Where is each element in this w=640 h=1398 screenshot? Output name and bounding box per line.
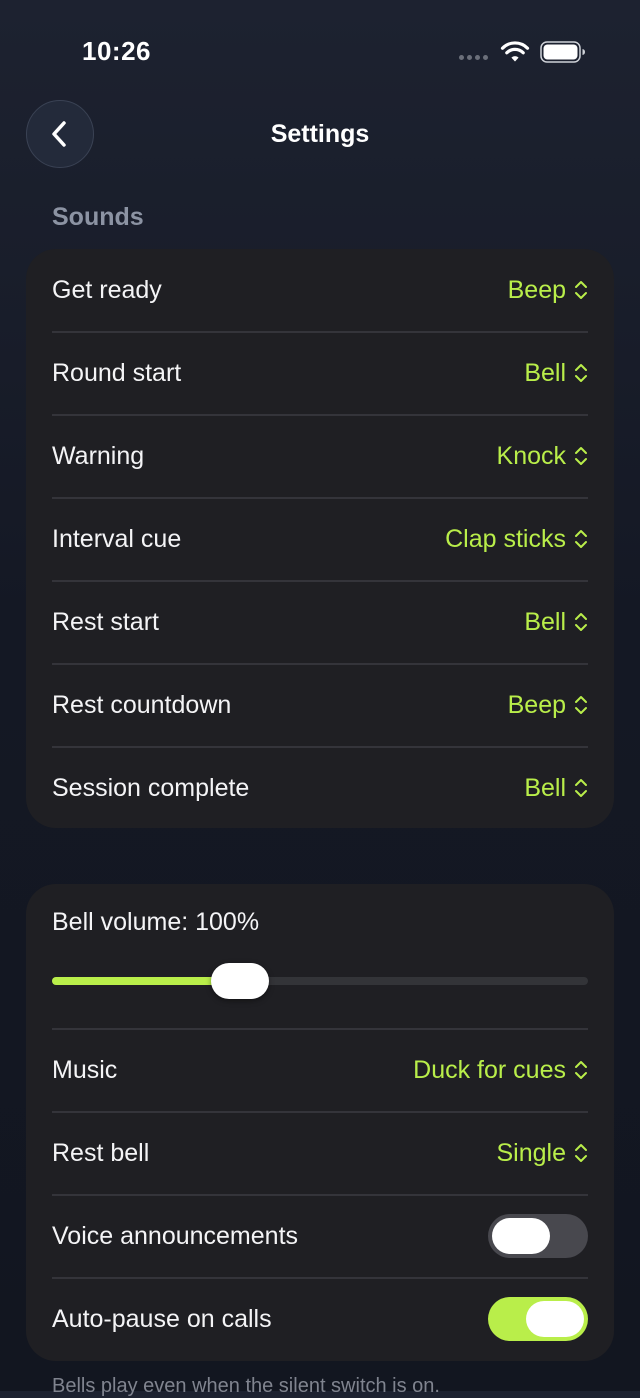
battery-icon xyxy=(540,41,585,63)
picker-value: Beep xyxy=(507,275,566,304)
sound-picker-round-start[interactable]: Bell xyxy=(524,359,588,388)
row-label: Rest countdown xyxy=(52,690,232,719)
audio-card: Bell volume: 100% Music Duck for cues Re… xyxy=(26,884,614,1361)
sound-picker-session-complete[interactable]: Bell xyxy=(524,774,588,803)
rest-bell-picker[interactable]: Single xyxy=(497,1139,589,1168)
slider-thumb[interactable] xyxy=(210,963,269,999)
sound-row-interval-cue[interactable]: Interval cue Clap sticks xyxy=(52,497,588,579)
page-title: Settings xyxy=(270,120,370,148)
sound-picker-warning[interactable]: Knock xyxy=(497,442,588,471)
chevron-up-down-icon xyxy=(575,696,587,714)
sound-row-rest-start[interactable]: Rest start Bell xyxy=(52,580,588,662)
row-label: Rest start xyxy=(52,607,159,636)
cellular-signal-icon xyxy=(459,55,488,60)
chevron-up-down-icon xyxy=(575,364,587,382)
chevron-up-down-icon xyxy=(575,613,587,631)
voice-announcements-toggle[interactable] xyxy=(488,1214,588,1258)
wifi-icon xyxy=(500,41,530,62)
sound-picker-rest-countdown[interactable]: Beep xyxy=(508,691,588,720)
status-time: 10:26 xyxy=(82,36,151,66)
rest-bell-row[interactable]: Rest bell Single xyxy=(52,1111,588,1193)
picker-value: Clap sticks xyxy=(445,524,566,553)
sounds-card: Get ready Beep Round start Bell Warning … xyxy=(26,249,614,828)
chevron-up-down-icon xyxy=(575,779,587,797)
row-label: Get ready xyxy=(52,275,162,304)
sound-picker-rest-start[interactable]: Bell xyxy=(524,608,588,637)
chevron-up-down-icon xyxy=(575,1061,587,1079)
toggle-knob xyxy=(526,1301,584,1337)
picker-value: Bell xyxy=(524,607,566,636)
sound-row-warning[interactable]: Warning Knock xyxy=(52,414,588,496)
sound-picker-interval-cue[interactable]: Clap sticks xyxy=(445,525,588,554)
row-label: Session complete xyxy=(52,773,250,802)
sound-row-get-ready[interactable]: Get ready Beep xyxy=(52,249,588,331)
status-bar: 10:26 xyxy=(0,0,640,100)
bell-volume-label: Bell volume: 100% xyxy=(52,908,260,936)
bell-volume-slider[interactable] xyxy=(52,963,588,999)
row-label: Warning xyxy=(52,441,145,470)
row-label: Music xyxy=(52,1055,118,1084)
sound-row-round-start[interactable]: Round start Bell xyxy=(52,331,588,413)
sound-row-rest-countdown[interactable]: Rest countdown Beep xyxy=(52,663,588,745)
picker-value: Beep xyxy=(507,690,566,719)
music-picker[interactable]: Duck for cues xyxy=(413,1056,588,1085)
section-header-sounds: Sounds xyxy=(52,203,144,231)
voice-announcements-row: Voice announcements xyxy=(52,1194,588,1276)
auto-pause-row: Auto-pause on calls xyxy=(52,1277,588,1359)
picker-value: Bell xyxy=(524,358,566,387)
chevron-up-down-icon xyxy=(575,530,587,548)
chevron-up-down-icon xyxy=(575,1144,587,1162)
row-label: Auto-pause on calls xyxy=(52,1304,272,1333)
sound-picker-get-ready[interactable]: Beep xyxy=(508,276,588,305)
sound-row-session-complete[interactable]: Session complete Bell xyxy=(52,746,588,828)
picker-value: Duck for cues xyxy=(413,1055,566,1084)
row-label: Rest bell xyxy=(52,1138,150,1167)
picker-value: Single xyxy=(496,1138,567,1167)
row-label: Voice announcements xyxy=(52,1221,299,1250)
music-row[interactable]: Music Duck for cues xyxy=(52,1028,588,1110)
picker-value: Knock xyxy=(496,441,566,470)
row-label: Round start xyxy=(52,358,182,387)
row-label: Interval cue xyxy=(52,524,182,553)
slider-track xyxy=(52,977,588,985)
chevron-up-down-icon xyxy=(575,447,587,465)
footer-note: Bells play even when the silent switch i… xyxy=(52,1375,440,1397)
auto-pause-toggle[interactable] xyxy=(488,1297,588,1341)
chevron-up-down-icon xyxy=(575,281,587,299)
toggle-knob xyxy=(492,1218,550,1254)
picker-value: Bell xyxy=(524,773,566,802)
